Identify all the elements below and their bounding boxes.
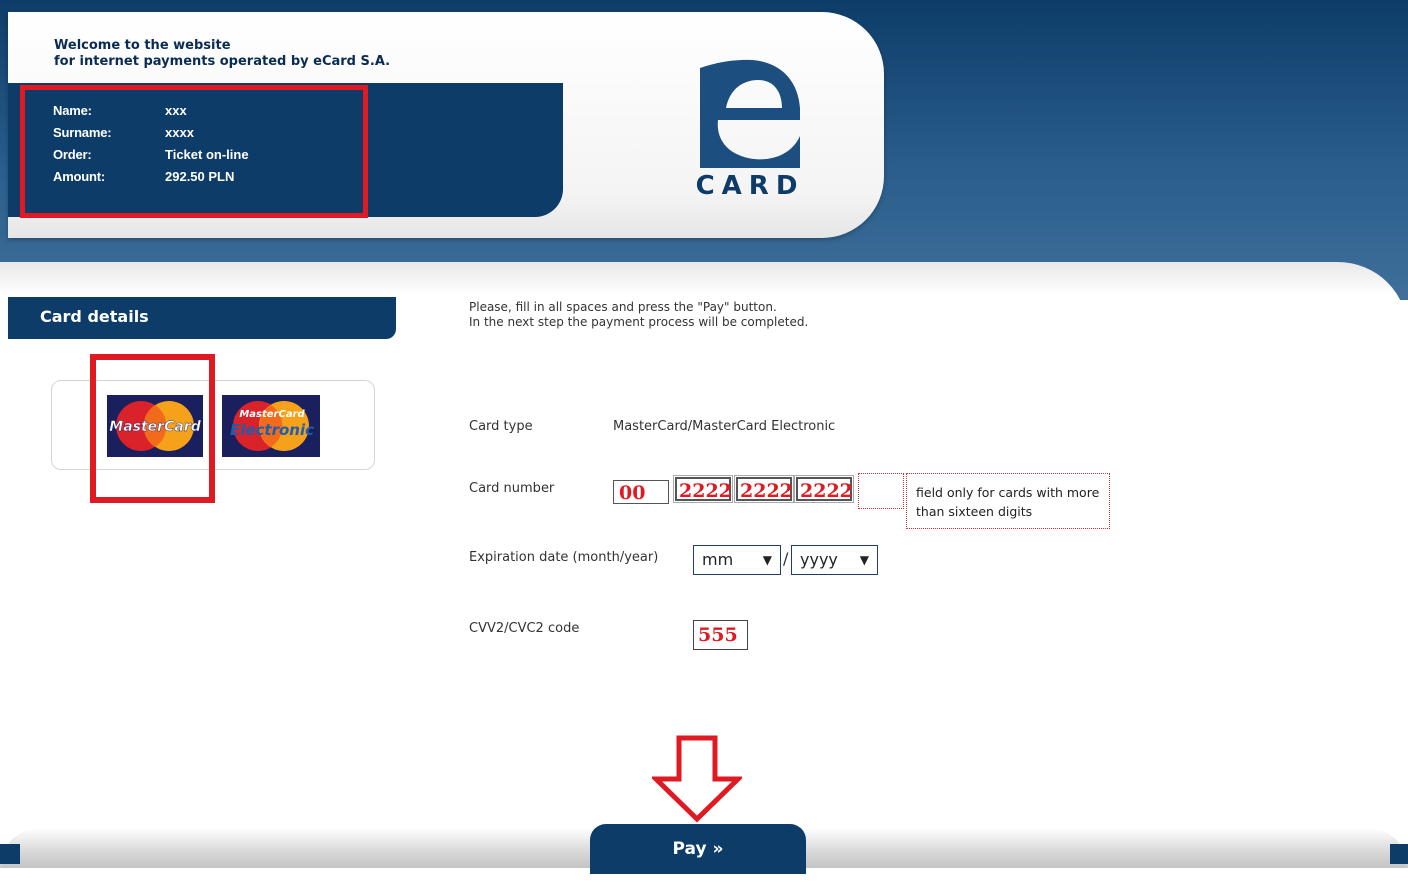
ecard-logo: CARD — [696, 59, 805, 198]
instructions-line-1: Please, fill in all spaces and press the… — [469, 300, 777, 314]
year-select[interactable]: yyyy ▼ — [791, 545, 878, 575]
logo-text: CARD — [696, 171, 805, 198]
cvv-label: CVV2/CVC2 code — [469, 621, 580, 636]
pay-button[interactable]: Pay » — [590, 824, 806, 874]
year-select-value: yyyy — [800, 550, 838, 569]
highlight-box-order-info — [20, 85, 368, 218]
cvv-input[interactable]: 555 — [693, 620, 748, 650]
welcome-text: Welcome to the website for internet paym… — [54, 38, 474, 70]
highlight-box-mastercard — [90, 354, 215, 503]
month-select-value: mm — [702, 550, 734, 569]
card-number-field-5[interactable] — [858, 473, 904, 509]
electronic-logo-top-text: MasterCard — [239, 409, 305, 420]
card-number-field-3[interactable]: 2222 — [734, 475, 794, 503]
welcome-line-1: Welcome to the website — [54, 38, 231, 53]
instructions-line-2: In the next step the payment process wil… — [469, 315, 809, 329]
footer-corner-right — [1390, 844, 1408, 864]
card-type-label: Card type — [469, 419, 533, 434]
footer-corner-left — [0, 844, 20, 864]
extra-digits-note: field only for cards with more than sixt… — [906, 473, 1110, 529]
date-separator: / — [783, 549, 789, 568]
chevron-down-icon: ▼ — [859, 553, 869, 567]
month-select[interactable]: mm ▼ — [693, 545, 781, 575]
card-details-title: Card details — [40, 307, 149, 326]
welcome-line-2: for internet payments operated by eCard … — [54, 54, 391, 69]
card-number-field-4[interactable]: 2222 — [794, 475, 854, 503]
arrow-down-icon — [652, 735, 742, 823]
expiration-label: Expiration date (month/year) — [469, 550, 659, 565]
card-type-value: MasterCard/MasterCard Electronic — [613, 419, 836, 434]
electronic-logo-bottom-text: Electronic — [230, 421, 314, 439]
chevron-down-icon: ▼ — [762, 553, 772, 567]
card-number-field-2[interactable]: 2222 — [673, 475, 733, 503]
card-number-field-1[interactable]: 00 — [613, 480, 669, 504]
card-number-label: Card number — [469, 481, 555, 496]
instructions-text: Please, fill in all spaces and press the… — [469, 300, 808, 330]
mastercard-electronic-logo[interactable]: MasterCard Electronic — [222, 395, 320, 457]
